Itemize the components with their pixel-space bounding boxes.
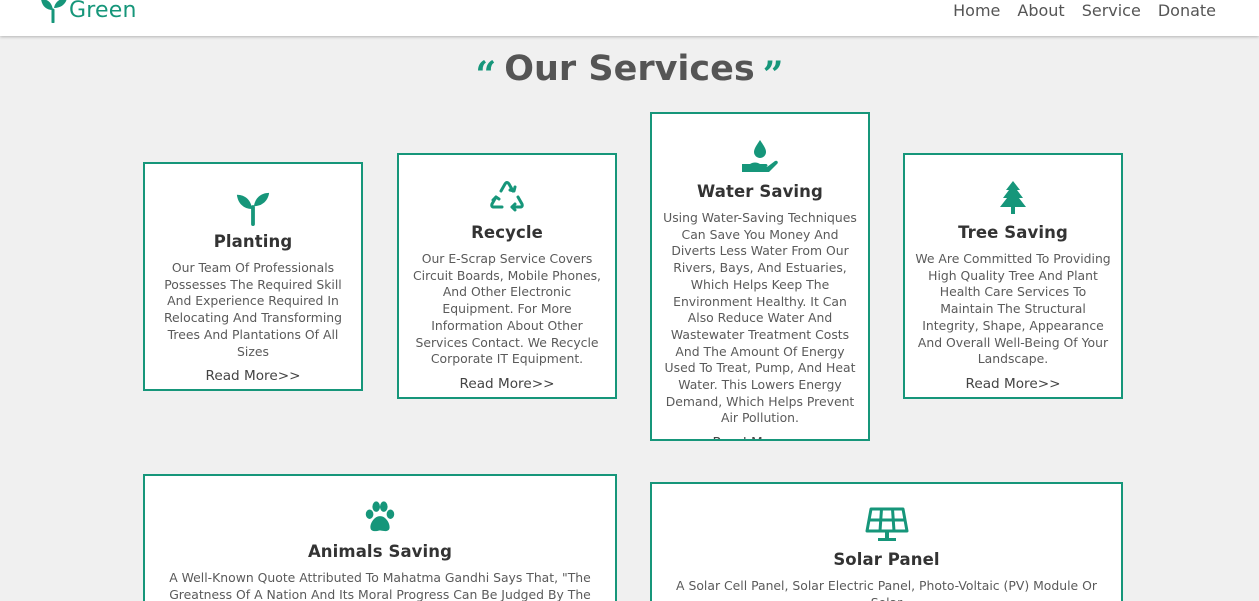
recycle-icon (407, 179, 607, 217)
service-card-title: Solar Panel (833, 550, 940, 569)
service-card-title: Tree Saving (958, 223, 1068, 242)
service-card-title: Planting (213, 232, 293, 251)
solar-panel-icon (666, 506, 1107, 544)
read-more-link[interactable]: Read More>> (966, 376, 1061, 392)
sprout-logo-icon (41, 0, 67, 23)
navbar: Green Home About Service Donate (0, 0, 1259, 36)
service-card-title: Animals Saving (307, 542, 453, 561)
nav-links: Home About Service Donate (936, 1, 1216, 20)
service-card-solar-panel: Solar Panel A Solar Cell Panel, Solar El… (650, 482, 1123, 601)
section-title-text: Our Services (504, 49, 755, 89)
section-title: “ Our Services ” (0, 42, 1259, 96)
brand-name: Green (69, 0, 137, 23)
service-card-title: Recycle (471, 223, 543, 242)
service-card-water-saving: Water Saving Using Water-Saving Techniqu… (650, 112, 870, 441)
tree-icon (913, 179, 1113, 217)
open-quote-icon: “ (475, 54, 497, 96)
nav-donate-link[interactable]: Donate (1158, 1, 1216, 20)
nav-home-link[interactable]: Home (953, 1, 1000, 20)
service-card-text: A Well-Known Quote Attributed To Mahatma… (169, 570, 591, 601)
service-card-recycle: Recycle Our E-Scrap Service Covers Circu… (397, 153, 617, 399)
read-more-link[interactable]: Read More>> (460, 376, 555, 392)
seedling-icon (153, 190, 353, 226)
service-card-text: Our E-Scrap Service Covers Circuit Board… (413, 251, 601, 367)
read-more-link[interactable]: Read More>> (713, 435, 808, 439)
service-card-text: Using Water-Saving Techniques Can Save Y… (663, 210, 857, 426)
paw-icon (159, 500, 601, 536)
service-card-text: We Are Committed To Providing High Quali… (915, 251, 1111, 367)
read-more-link[interactable]: Read More>> (206, 368, 301, 384)
service-card-title: Water Saving (697, 182, 823, 201)
logo[interactable]: Green (40, 0, 137, 23)
service-card-text: Our Team Of Professionals Possesses The … (164, 260, 342, 359)
service-card-planting: Planting Our Team Of Professionals Posse… (143, 162, 363, 391)
nav-service-link[interactable]: Service (1082, 1, 1141, 20)
nav-about-link[interactable]: About (1017, 1, 1064, 20)
service-card-animals-saving: Animals Saving A Well-Known Quote Attrib… (143, 474, 617, 601)
water-drop-hand-icon (660, 138, 860, 176)
close-quote-icon: ” (762, 54, 784, 96)
service-card-text: A Solar Cell Panel, Solar Electric Panel… (676, 578, 1097, 601)
service-card-tree-saving: Tree Saving We Are Committed To Providin… (903, 153, 1123, 399)
